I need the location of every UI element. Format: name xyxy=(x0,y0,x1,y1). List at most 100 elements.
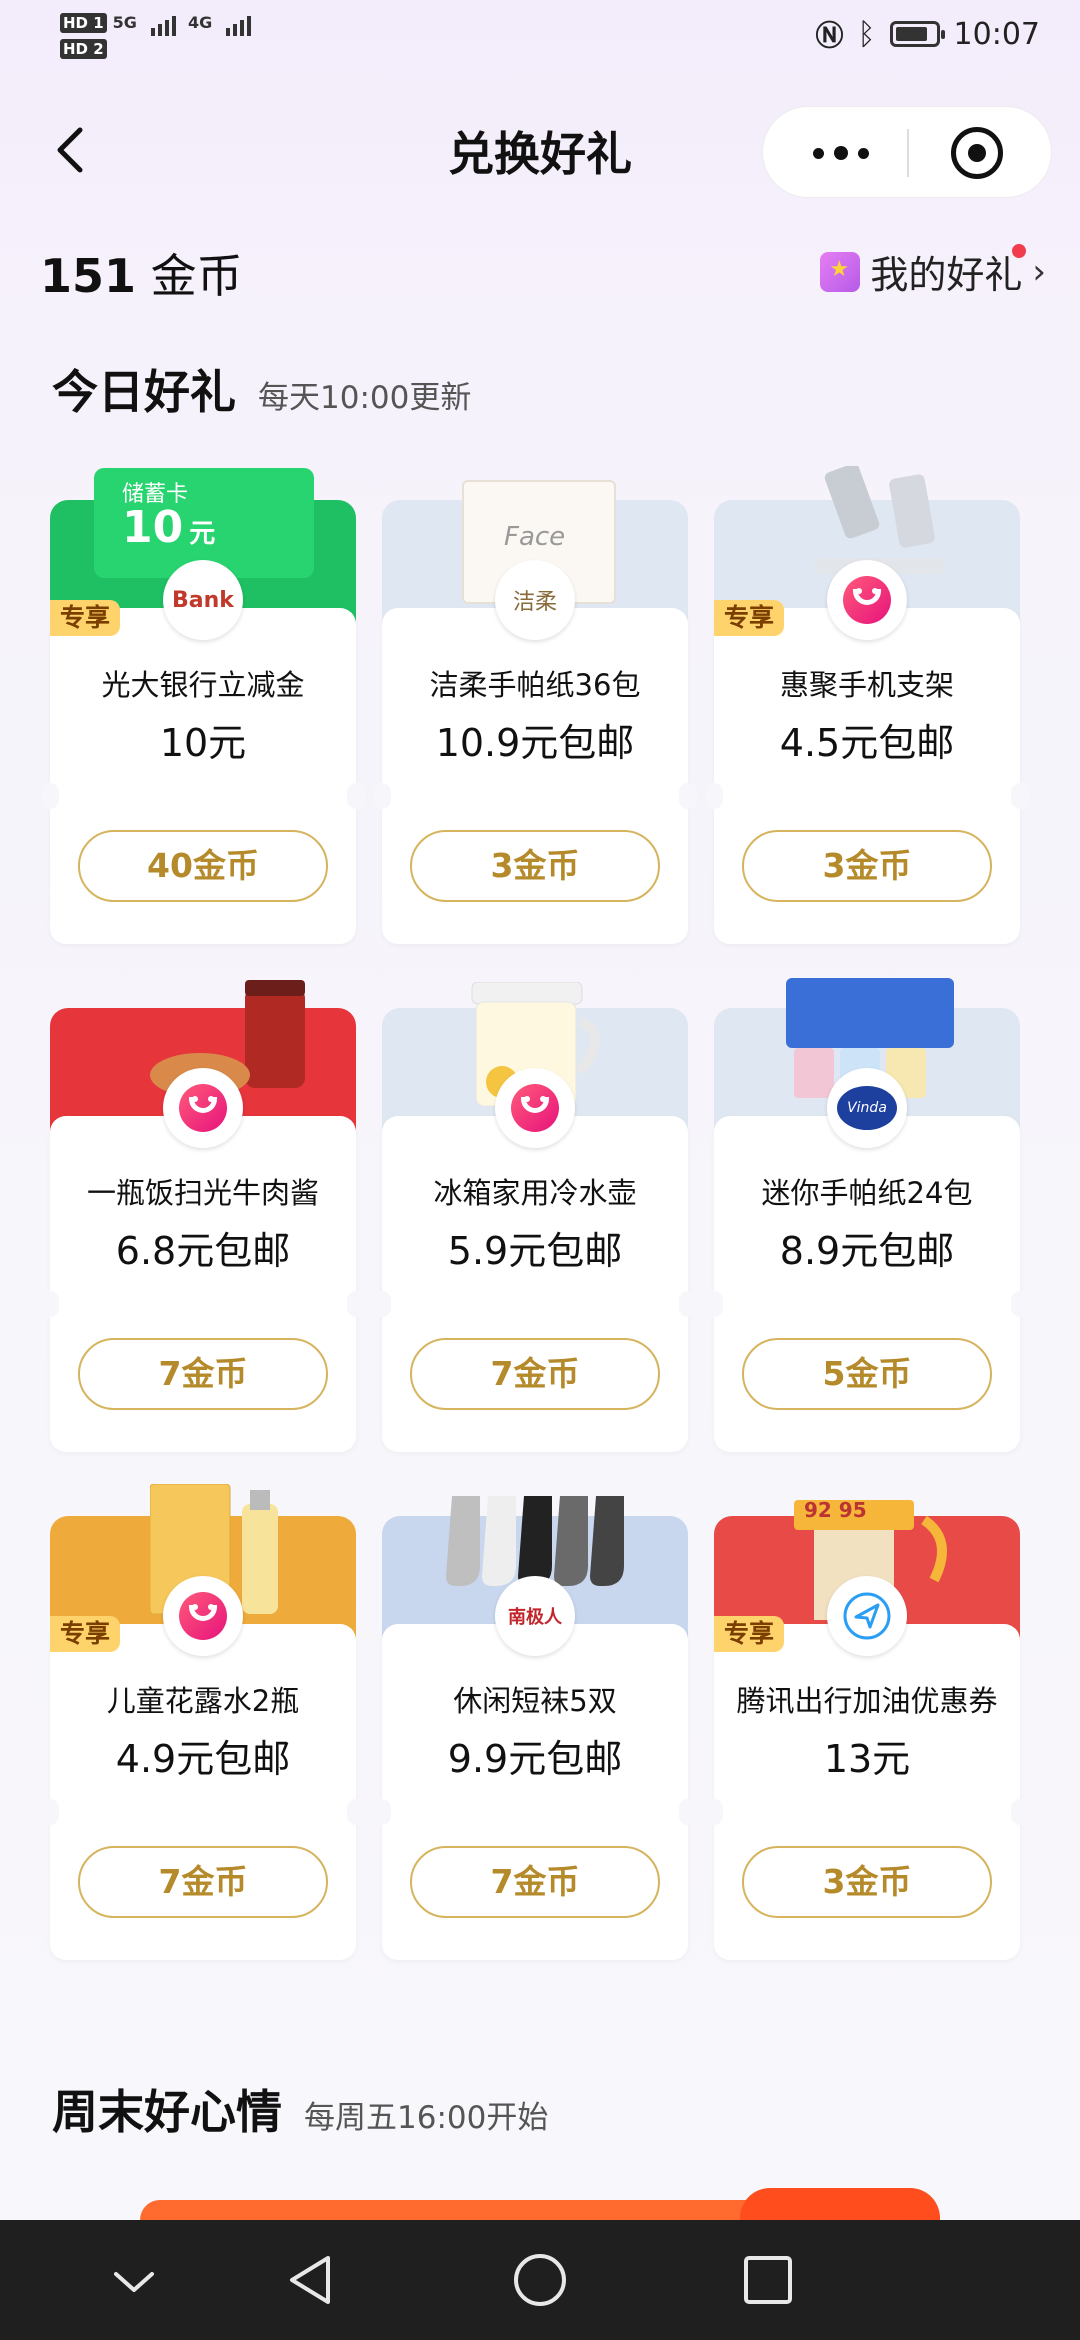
tissue-pack-art: Face xyxy=(504,522,566,552)
ticket-notch xyxy=(347,1291,365,1317)
smile-logo-icon xyxy=(827,560,907,640)
smile-logo-icon xyxy=(179,1592,227,1640)
gift-card[interactable]: 南极人 休闲短袜5双 9.9元包邮 7金币 xyxy=(373,1496,697,1960)
gift-card[interactable]: 冰箱家用冷水壶 5.9元包邮 7金币 xyxy=(373,982,697,1452)
ticket-notch xyxy=(373,783,391,809)
exclusive-tag: 专享 xyxy=(50,1616,121,1652)
gift-name: 洁柔手帕纸36包 xyxy=(429,668,641,702)
navigation-logo-icon xyxy=(827,1576,907,1656)
gift-card[interactable]: 储蓄卡 10 元 Bank 专享 光大银行立减金 10元 40金币 xyxy=(41,468,365,944)
ticket-notch xyxy=(705,1291,723,1317)
gift-card[interactable]: Face 洁柔 洁柔手帕纸36包 10.9元包邮 3金币 xyxy=(373,480,697,944)
gift-name: 腾讯出行加油优惠券 xyxy=(736,1684,998,1718)
smile-eye xyxy=(524,1096,530,1102)
signal-icon-2 xyxy=(226,10,252,36)
nav-bar: 兑换好礼 xyxy=(0,100,1080,210)
redeem-button[interactable]: 5金币 xyxy=(742,1338,992,1410)
weekend-section-header: 周末好心情 每周五16:00开始 xyxy=(52,2076,548,2142)
gift-price: 10.9元包邮 xyxy=(435,721,635,765)
redeem-button[interactable]: 7金币 xyxy=(78,1338,328,1410)
gift-card[interactable]: 一瓶饭扫光牛肉酱 6.8元包邮 7金币 xyxy=(41,980,365,1452)
vinda-logo: Vinda xyxy=(827,1068,907,1148)
coupon-value-number: 10 xyxy=(122,502,184,553)
ticket-notch xyxy=(1011,1799,1029,1825)
coupon-value-unit: 元 xyxy=(189,519,216,549)
redeem-button[interactable]: 7金币 xyxy=(410,1338,660,1410)
ticket-notch xyxy=(347,1799,365,1825)
redeem-button[interactable]: 7金币 xyxy=(410,1846,660,1918)
dot-icon xyxy=(858,147,869,159)
dot-icon xyxy=(813,147,824,159)
navigation-arrow-icon xyxy=(843,1592,891,1640)
gift-price: 4.5元包邮 xyxy=(779,721,955,765)
gift-card[interactable]: 92 95 专享 腾讯出行加油优惠券 13元 3金币 xyxy=(705,1498,1029,1960)
gift-card[interactable]: 专享 儿童花露水2瓶 4.9元包邮 7金币 xyxy=(41,1484,365,1960)
smile-logo-icon xyxy=(163,1576,243,1656)
redeem-button[interactable]: 3金币 xyxy=(742,830,992,902)
ticket-notch xyxy=(373,1291,391,1317)
redeem-button[interactable]: 3金币 xyxy=(410,830,660,902)
gift-calendar-icon xyxy=(820,251,861,292)
signal-icon xyxy=(150,10,176,36)
gift-price: 8.9元包邮 xyxy=(779,1229,955,1273)
notification-dot xyxy=(1012,244,1026,258)
ticket-notch xyxy=(41,1291,59,1317)
chevron-down-icon[interactable] xyxy=(112,2268,156,2296)
hd2-badge: HD 2 xyxy=(60,39,107,59)
vinda-logo-text: Vinda xyxy=(837,1086,897,1130)
close-mini-program-button[interactable] xyxy=(951,127,1003,179)
today-section-title: 今日好礼 xyxy=(52,365,236,419)
gift-price: 4.9元包邮 xyxy=(115,1737,291,1781)
system-navigation-bar xyxy=(0,2220,1080,2340)
bank-logo-text: Bank xyxy=(172,587,234,613)
network-indicators: HD 1 5G 4G HD 2 xyxy=(60,10,252,62)
gift-card[interactable]: 专享 惠聚手机支架 4.5元包邮 3金币 xyxy=(705,466,1029,944)
back-triangle-icon[interactable] xyxy=(282,2252,338,2308)
smile-logo-icon xyxy=(843,576,891,624)
chevron-right-icon: › xyxy=(1032,251,1046,292)
more-button[interactable] xyxy=(791,133,891,173)
redeem-button[interactable]: 7金币 xyxy=(78,1846,328,1918)
redeem-button[interactable]: 3金币 xyxy=(742,1846,992,1918)
bluetooth-icon: ᛒ xyxy=(857,16,876,52)
gift-card[interactable]: Vinda 迷你手帕纸24包 8.9元包邮 5金币 xyxy=(705,978,1029,1452)
gift-name: 光大银行立减金 xyxy=(101,668,305,702)
weekend-section-title: 周末好心情 xyxy=(52,2085,282,2139)
recents-square-icon[interactable] xyxy=(742,2254,794,2306)
ticket-notch xyxy=(41,783,59,809)
ticket-notch xyxy=(41,1799,59,1825)
dot-icon xyxy=(834,146,848,160)
smile-logo-icon xyxy=(495,1068,575,1148)
gift-name: 迷你手帕纸24包 xyxy=(761,1176,973,1210)
smile-eye xyxy=(540,1096,546,1102)
smile-eye xyxy=(856,588,862,594)
battery-icon xyxy=(889,21,945,47)
gift-name: 儿童花露水2瓶 xyxy=(106,1684,300,1718)
ticket-notch xyxy=(1011,1291,1029,1317)
home-circle-icon[interactable] xyxy=(512,2252,568,2308)
hd1-badge: HD 1 xyxy=(60,13,107,33)
target-icon xyxy=(968,144,986,162)
smile-eye xyxy=(192,1096,198,1102)
smile-eye xyxy=(208,1604,214,1610)
gift-name: 惠聚手机支架 xyxy=(779,668,954,702)
gift-name: 休闲短袜5双 xyxy=(453,1684,617,1718)
today-section-subtitle: 每天10:00更新 xyxy=(258,380,472,416)
ticket-notch xyxy=(373,1799,391,1825)
bank-logo: Bank xyxy=(163,560,243,640)
fuel-grade-label: 92 95 xyxy=(804,1498,867,1522)
mini-program-capsule xyxy=(762,106,1052,198)
redeem-button[interactable]: 40金币 xyxy=(78,830,328,902)
network-4g-label: 4G xyxy=(187,13,213,32)
ticket-notch xyxy=(705,1799,723,1825)
exclusive-tag: 专享 xyxy=(714,1616,785,1652)
gift-price: 13元 xyxy=(823,1737,911,1781)
weekend-section-subtitle: 每周五16:00开始 xyxy=(304,2100,549,2136)
ticket-notch xyxy=(1011,783,1029,809)
coupon-value: 10 元 xyxy=(122,502,215,553)
gift-price: 10元 xyxy=(159,721,247,765)
brand-logo-text: 南极人 xyxy=(508,1607,562,1628)
gift-name: 冰箱家用冷水壶 xyxy=(433,1176,637,1210)
gift-name: 一瓶饭扫光牛肉酱 xyxy=(86,1176,319,1210)
smile-logo-icon xyxy=(511,1084,559,1132)
